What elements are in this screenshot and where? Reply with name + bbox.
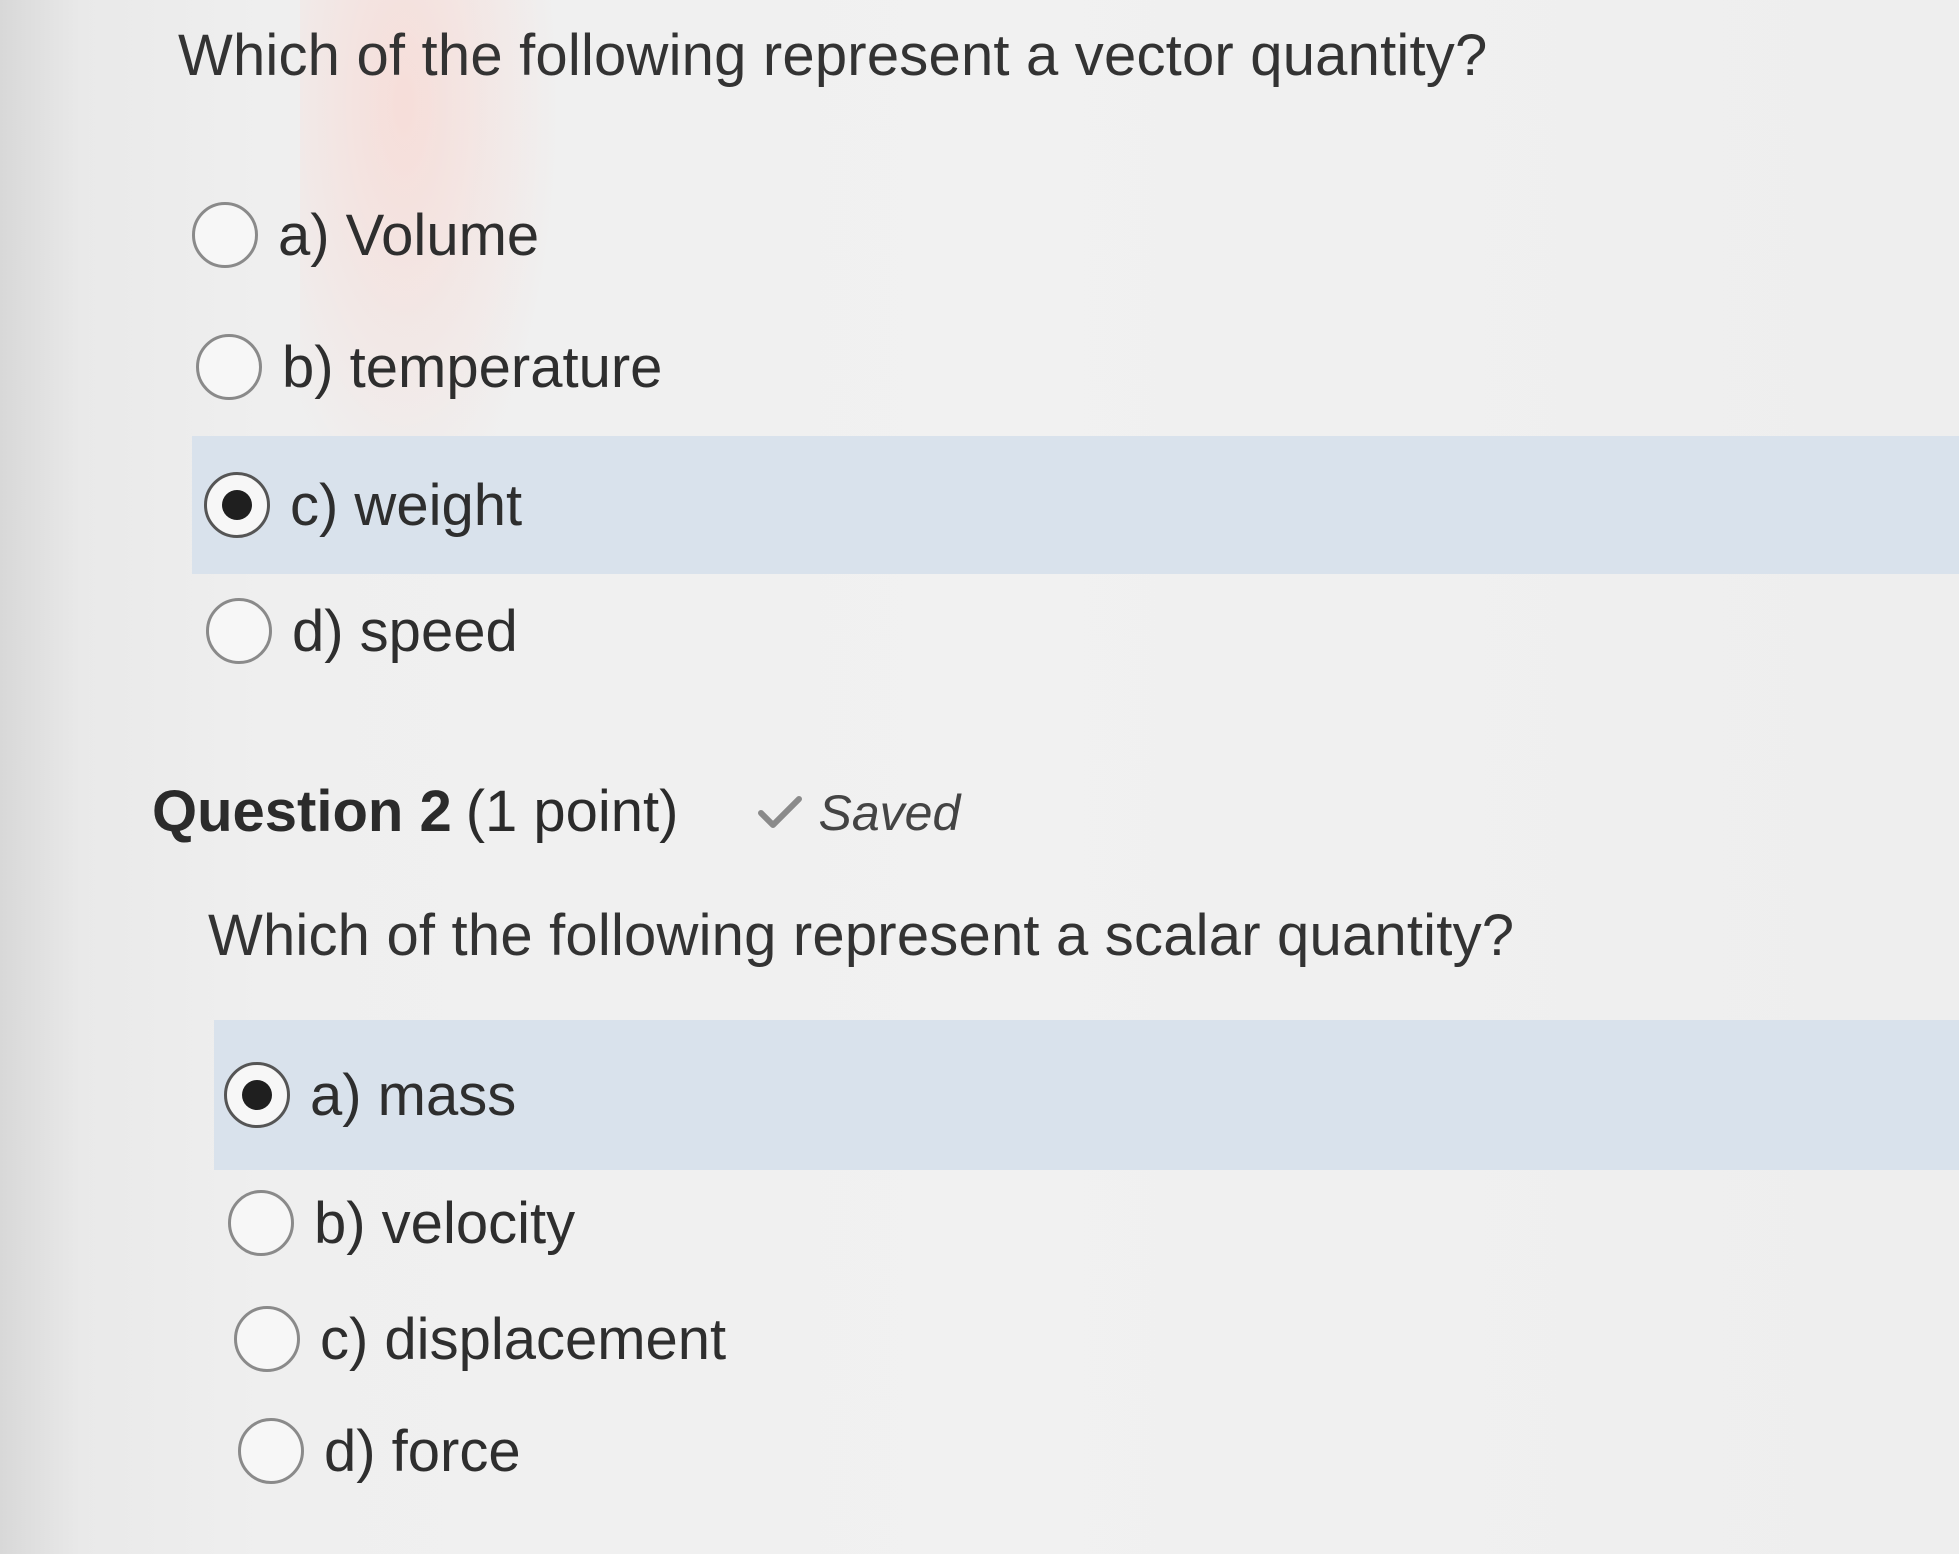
question-2-prompt: Which of the following represent a scala… bbox=[208, 903, 1515, 968]
radio-button[interactable] bbox=[234, 1306, 300, 1372]
option-label: a) mass bbox=[310, 1062, 517, 1128]
checkmark-icon bbox=[757, 795, 803, 831]
q2-option-b[interactable]: b) velocity bbox=[228, 1168, 1959, 1278]
option-label: d) force bbox=[324, 1418, 521, 1484]
option-label: a) Volume bbox=[278, 202, 540, 268]
question-2-header: Question 2 (1 point) Saved bbox=[152, 778, 960, 845]
radio-button[interactable] bbox=[204, 472, 270, 538]
radio-button[interactable] bbox=[238, 1418, 304, 1484]
radio-button[interactable] bbox=[206, 598, 272, 664]
q2-option-a[interactable]: a) mass bbox=[214, 1020, 1959, 1170]
radio-button[interactable] bbox=[224, 1062, 290, 1128]
q1-option-b[interactable]: b) temperature bbox=[196, 312, 1959, 422]
radio-button[interactable] bbox=[192, 202, 258, 268]
option-label: b) temperature bbox=[282, 334, 663, 400]
radio-dot-icon bbox=[242, 1080, 272, 1110]
saved-label: Saved bbox=[818, 785, 961, 841]
question-1-prompt: Which of the following represent a vecto… bbox=[178, 23, 1488, 88]
radio-button[interactable] bbox=[196, 334, 262, 400]
question-2-points: (1 point) bbox=[465, 779, 679, 844]
radio-button[interactable] bbox=[228, 1190, 294, 1256]
question-2-title: Question 2 bbox=[152, 779, 452, 844]
option-label: b) velocity bbox=[314, 1190, 576, 1256]
q1-option-d[interactable]: d) speed bbox=[206, 576, 1959, 686]
q1-option-c[interactable]: c) weight bbox=[192, 436, 1959, 574]
q1-option-a[interactable]: a) Volume bbox=[192, 180, 1959, 290]
radio-dot-icon bbox=[222, 490, 252, 520]
saved-status: Saved bbox=[757, 784, 961, 842]
option-label: d) speed bbox=[292, 598, 518, 664]
option-label: c) displacement bbox=[320, 1306, 727, 1372]
q2-option-c[interactable]: c) displacement bbox=[234, 1284, 1959, 1394]
option-label: c) weight bbox=[290, 472, 523, 538]
q2-option-d[interactable]: d) force bbox=[238, 1396, 1959, 1506]
